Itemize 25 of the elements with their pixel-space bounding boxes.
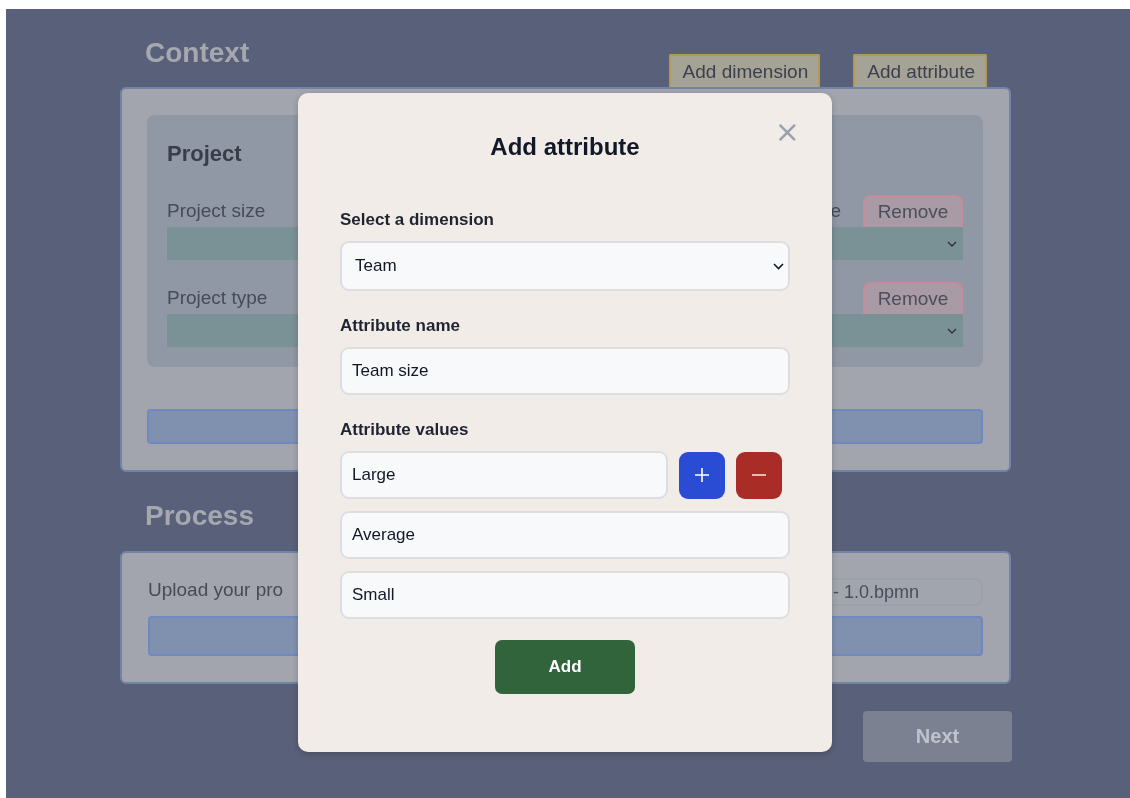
field-label: Attribute values [340,420,470,440]
toolbar-button[interactable]: Add attribute [853,54,987,87]
chevron-icon [773,262,784,270]
modal-title: Add attribute [490,132,640,162]
field-label: Attribute name [340,316,461,336]
field-label: Project size [167,199,266,223]
section-heading: Process [145,500,255,532]
chevron-icon [947,327,957,334]
minus-icon [751,474,767,476]
plus-icon [694,467,710,483]
field-label: Select a dimension [340,210,495,230]
dimension-select[interactable]: Team [340,241,790,291]
input-field[interactable]: Small [340,571,790,619]
input-field[interactable]: Large [340,451,668,499]
section-heading: Context [145,37,250,69]
toolbar-button[interactable]: Add dimension [668,54,821,87]
upload-label: Upload your pro [148,578,284,602]
remove-value-button[interactable] [736,451,782,499]
chevron-icon [947,240,957,247]
field-label: Project type [167,286,268,310]
group-title: Project [167,140,242,168]
add-value-button[interactable] [679,451,725,499]
add-button[interactable]: Add [495,640,635,694]
input-field[interactable]: Team size [340,347,790,395]
input-field[interactable]: Average [340,511,790,559]
